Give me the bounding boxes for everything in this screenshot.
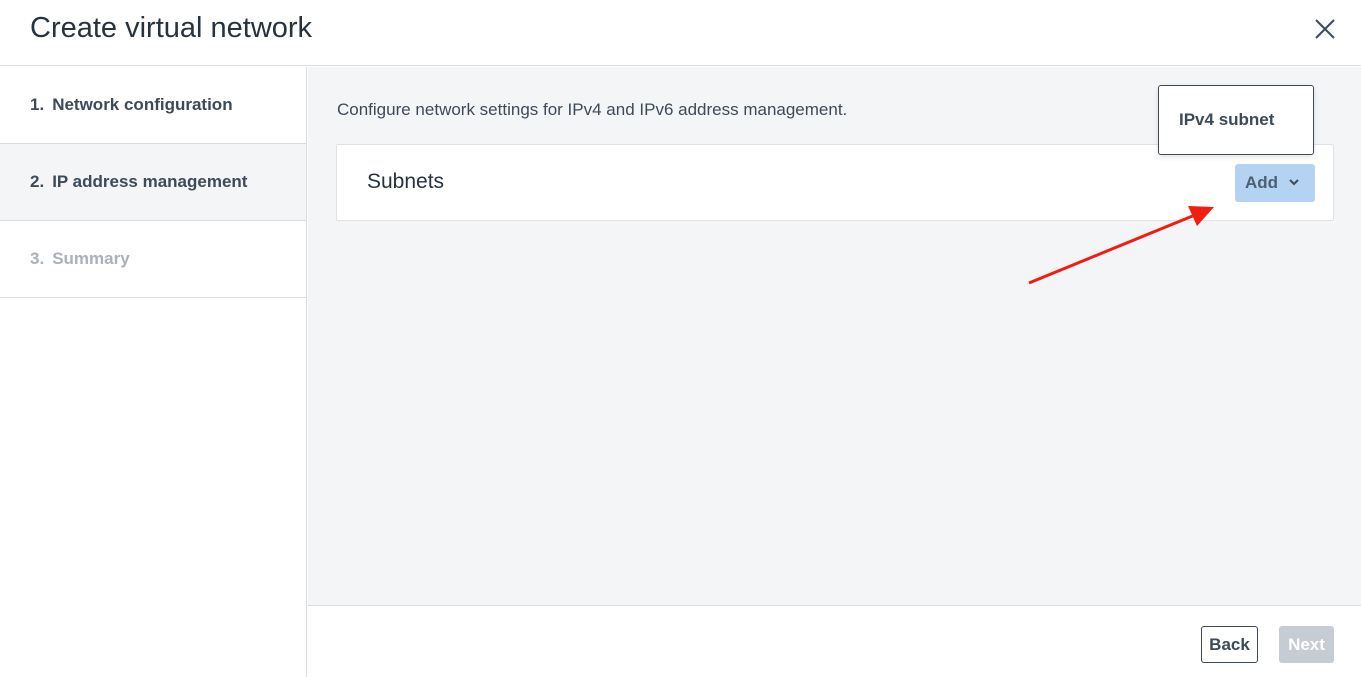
back-button[interactable]: Back [1201, 626, 1258, 663]
dialog-footer: Back Next [308, 605, 1361, 677]
wizard-steps: 1. Network configuration 2. IP address m… [0, 67, 307, 677]
subnets-panel: Subnets Add [336, 144, 1334, 221]
step-network-configuration[interactable]: 1. Network configuration [0, 67, 306, 144]
page-description: Configure network settings for IPv4 and … [337, 100, 848, 119]
next-button: Next [1279, 626, 1334, 663]
add-button-label: Add [1245, 173, 1279, 192]
add-dropdown-menu: IPv4 subnet [1158, 85, 1314, 155]
menu-item-ipv4-subnet[interactable]: IPv4 subnet [1159, 86, 1313, 154]
step-summary: 3. Summary [0, 221, 306, 298]
close-icon [1315, 19, 1335, 39]
dialog-title: Create virtual network [30, 12, 313, 44]
step-number: 2. [30, 172, 45, 191]
step-label: Network configuration [52, 95, 233, 114]
step-number: 1. [30, 95, 45, 114]
step-ip-address-management[interactable]: 2. IP address management [0, 144, 306, 221]
close-button[interactable] [1310, 14, 1340, 44]
step-label: Summary [52, 249, 130, 268]
step-number: 3. [30, 249, 45, 268]
dialog-header: Create virtual network [0, 0, 1361, 66]
add-subnet-button[interactable]: Add [1235, 164, 1315, 202]
step-label: IP address management [52, 172, 248, 191]
chevron-down-icon [1289, 179, 1299, 186]
subnets-title: Subnets [367, 170, 445, 193]
